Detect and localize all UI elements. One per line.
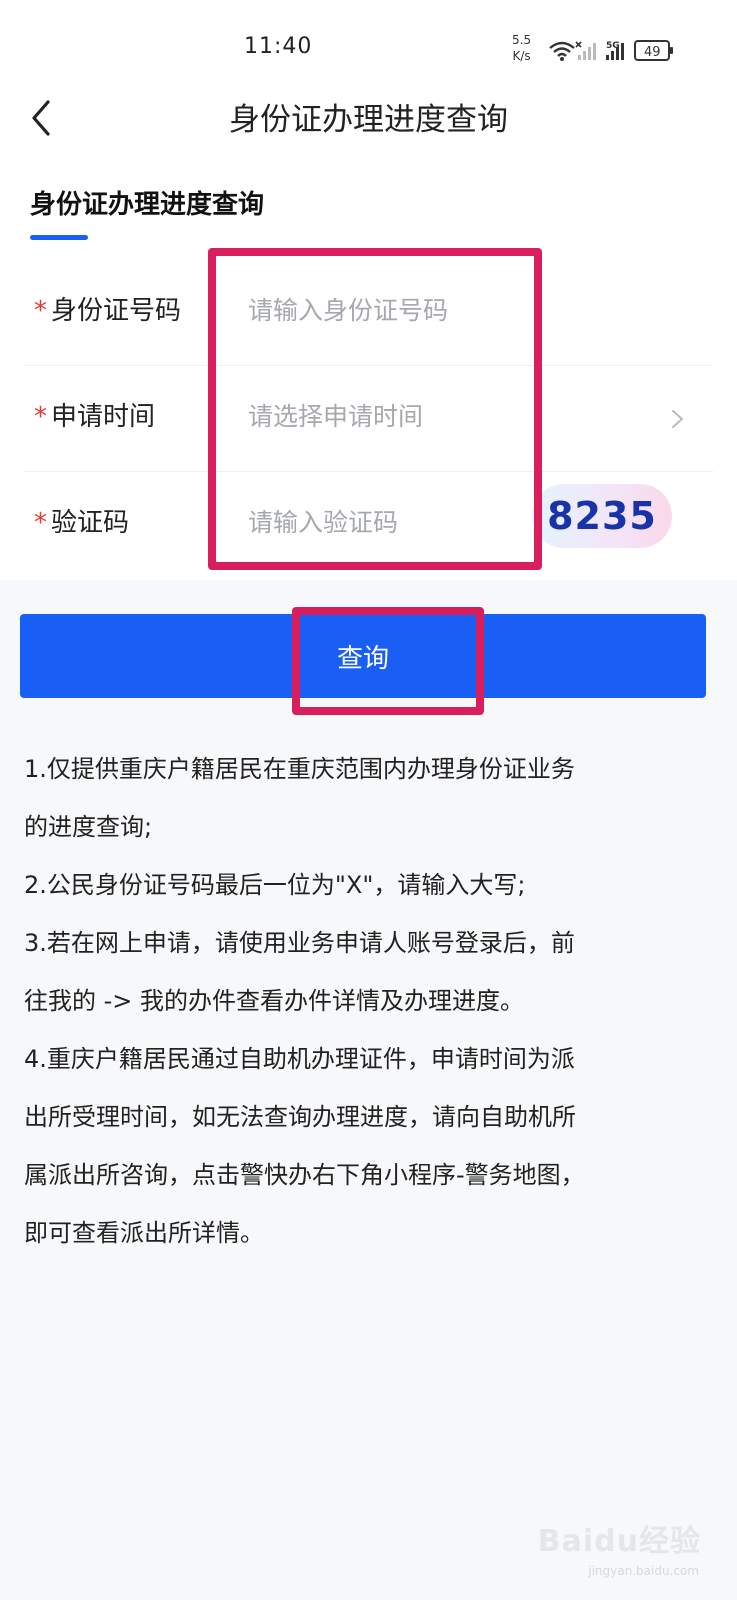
captcha-input[interactable] [248,494,518,550]
form-panel: 11:40 5.5 K/s 5G 49 身份证办理进度查询 身份证办理进度查询 … [0,0,737,580]
status-time: 11:40 [244,34,313,59]
apply-date-picker[interactable] [248,388,518,444]
watermark-url: jingyan.baidu.com [588,1564,699,1578]
section-title: 身份证办理进度查询 [30,190,265,220]
notes: 1.仅提供重庆户籍居民在重庆范围内办理身份证业务 的进度查询; 2.公民身份证号… [24,740,694,1262]
note-line: 3.若在网上申请，请使用业务申请人账号登录后，前 [24,929,575,957]
id-number-label: * 身份证号码 [34,290,181,327]
status-icons: 5G 49 [549,40,673,61]
required-mark: * [34,508,47,538]
signal-no-sim-icon [575,41,596,60]
note-line: 1.仅提供重庆户籍居民在重庆范围内办理身份证业务 [24,755,575,783]
captcha-code: 8235 [547,494,657,538]
note-line: 2.公民身份证号码最后一位为"X"，请输入大写; [24,871,526,899]
captcha-label-text: 验证码 [51,508,130,538]
network-speed-value: 5.5 [512,33,532,47]
captcha-row: *验证码 8235 [0,472,737,578]
watermark-logo: Baidu经验 [537,1524,701,1559]
battery-icon: 49 [634,40,673,61]
section-underline [30,235,88,240]
required-mark: * [34,296,47,326]
id-number-row: * 身份证号码 [0,260,737,366]
query-button-label: 查询 [336,643,389,673]
required-mark: * [34,402,47,432]
note-line: 出所受理时间，如无法查询办理进度，请向自助机所 [24,1103,576,1131]
note-line: 往我的 -> 我的办件查看办件详情及办理进度。 [24,987,525,1015]
network-speed: 5.5 K/s [512,32,531,64]
battery-level: 49 [644,45,661,60]
id-number-input[interactable] [248,282,518,338]
apply-date-label: * 申请时间 [34,396,155,433]
captcha-label: * 验证码 [34,502,129,539]
note-line: 即可查看派出所详情。 [24,1219,264,1247]
captcha-image[interactable]: 8235 [532,484,672,548]
note-line: 属派出所咨询，点击警快办右下角小程序-警务地图， [24,1161,585,1189]
wifi-icon [549,41,575,61]
network-speed-unit: K/s [512,49,531,63]
page-title: 身份证办理进度查询 [229,102,508,138]
chevron-right-icon[interactable] [668,402,688,436]
apply-date-row[interactable]: * 申请时间 [0,366,737,472]
query-button[interactable]: 查询 [20,614,706,698]
apply-date-label-text: 申请时间 [51,402,156,432]
note-line: 4.重庆户籍居民通过自助机办理证件，申请时间为派 [24,1045,575,1073]
note-line: 的进度查询; [24,813,153,841]
id-number-label-text: 身份证号码 [51,296,182,326]
